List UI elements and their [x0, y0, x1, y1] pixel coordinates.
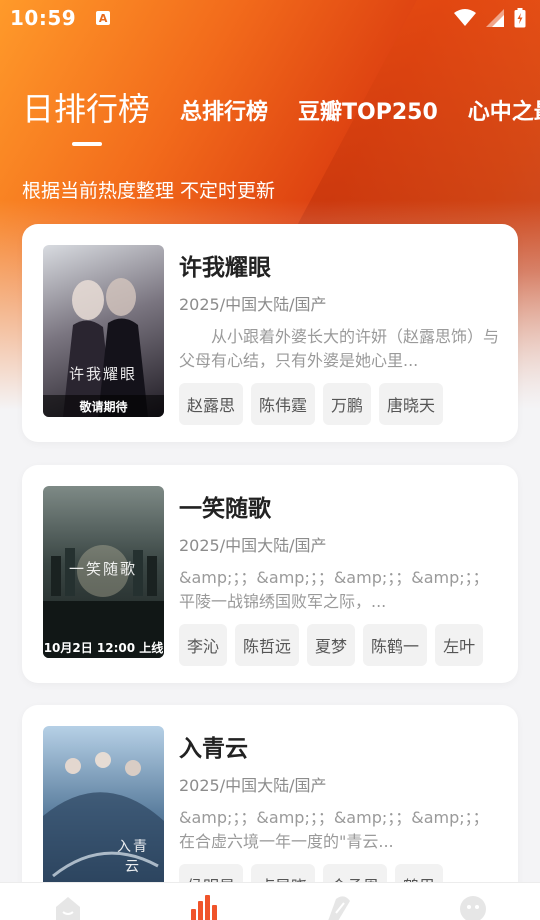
cast-tag[interactable]: 陈鹤一 — [363, 624, 428, 666]
item-meta: 2025/中国大陆/国产 — [179, 536, 327, 555]
notification-icon: A — [96, 11, 111, 25]
cast-tag[interactable]: 陈伟霆 — [251, 383, 316, 425]
poster-image: 入青云 — [43, 726, 164, 898]
item-info: 一笑随歌 2025/中国大陆/国产 &amp;；；&amp;；；&amp;；；&… — [179, 489, 499, 666]
battery-icon — [514, 8, 526, 28]
cast-tag[interactable]: 唐晓天 — [379, 383, 444, 425]
tab-overall-ranking[interactable]: 总排行榜 — [180, 94, 268, 136]
list-item[interactable]: 许我耀眼 敬请期待 许我耀眼 2025/中国大陆/国产 从小跟着外婆长大的许妍（… — [22, 224, 518, 442]
status-icons — [454, 8, 526, 28]
cast-tags: 李沁 陈哲远 夏梦 陈鹤一 左叶 — [179, 624, 499, 666]
nav-discover[interactable] — [298, 883, 378, 920]
item-description: 从小跟着外婆长大的许妍（赵露思饰）与父母有心结，只有外婆是她心里... — [179, 327, 499, 370]
item-info: 许我耀眼 2025/中国大陆/国产 从小跟着外婆长大的许妍（赵露思饰）与父母有心… — [179, 248, 499, 425]
poster-title: 一笑随歌 — [68, 560, 137, 578]
cast-tag[interactable]: 夏梦 — [307, 624, 356, 666]
tab-indicator — [72, 142, 102, 146]
item-meta: 2025/中国大陆/国产 — [179, 776, 327, 795]
wifi-icon — [454, 9, 476, 26]
poster-title: 入青云 — [117, 839, 149, 875]
item-meta: 2025/中国大陆/国产 — [179, 295, 327, 314]
page-subtitle: 根据当前热度整理 不定时更新 — [22, 180, 276, 202]
nav-ranking[interactable] — [163, 883, 243, 920]
list-item[interactable]: 一笑随歌 10月2日 12:00 上线 一笑随歌 2025/中国大陆/国产 &a… — [22, 465, 518, 683]
cast-tag[interactable]: 赵露思 — [179, 383, 244, 425]
cast-tag[interactable]: 陈哲远 — [235, 624, 300, 666]
poster-image: 一笑随歌 10月2日 12:00 上线 — [43, 486, 164, 658]
poster-image: 许我耀眼 敬请期待 — [43, 245, 164, 417]
status-time: 10:59 — [10, 6, 77, 30]
cast-tag[interactable]: 左叶 — [435, 624, 484, 666]
cast-tag[interactable]: 万鹏 — [323, 383, 372, 425]
status-bar: 10:59 A — [0, 0, 540, 36]
item-title: 一笑随歌 — [179, 496, 271, 522]
home-icon — [55, 897, 80, 920]
nav-profile[interactable] — [433, 883, 513, 920]
ranking-tabs: 日排行榜 总排行榜 豆瓣TOP250 心中之最 — [22, 86, 540, 136]
tab-favorites[interactable]: 心中之最 — [468, 94, 540, 136]
nav-home[interactable] — [28, 883, 108, 920]
cast-tags: 赵露思 陈伟霆 万鹏 唐晓天 — [179, 383, 499, 425]
item-description: &amp;；；&amp;；；&amp;；；&amp;；；平陵一战锦绣国败军之际，… — [179, 568, 489, 611]
item-info: 入青云 2025/中国大陆/国产 &amp;；；&amp;；；&amp;；；&a… — [179, 729, 499, 906]
poster-caption: 敬请期待 — [43, 395, 164, 417]
ranking-icon — [190, 895, 217, 920]
poster-title: 许我耀眼 — [68, 365, 137, 383]
item-title: 许我耀眼 — [179, 255, 271, 281]
signal-icon — [486, 9, 504, 27]
item-title: 入青云 — [179, 736, 248, 762]
poster-caption: 10月2日 12:00 上线 — [43, 640, 164, 655]
discover-icon — [327, 896, 350, 920]
poster-art — [63, 278, 148, 417]
item-description: &amp;；；&amp;；；&amp;；；&amp;；；在合虚六境一年一度的"青… — [179, 808, 489, 851]
cast-tag[interactable]: 李沁 — [179, 624, 228, 666]
tab-daily-ranking[interactable]: 日排行榜 — [22, 86, 150, 136]
tab-douban-top250[interactable]: 豆瓣TOP250 — [298, 94, 438, 136]
bottom-nav — [0, 882, 540, 920]
profile-icon — [459, 896, 486, 920]
